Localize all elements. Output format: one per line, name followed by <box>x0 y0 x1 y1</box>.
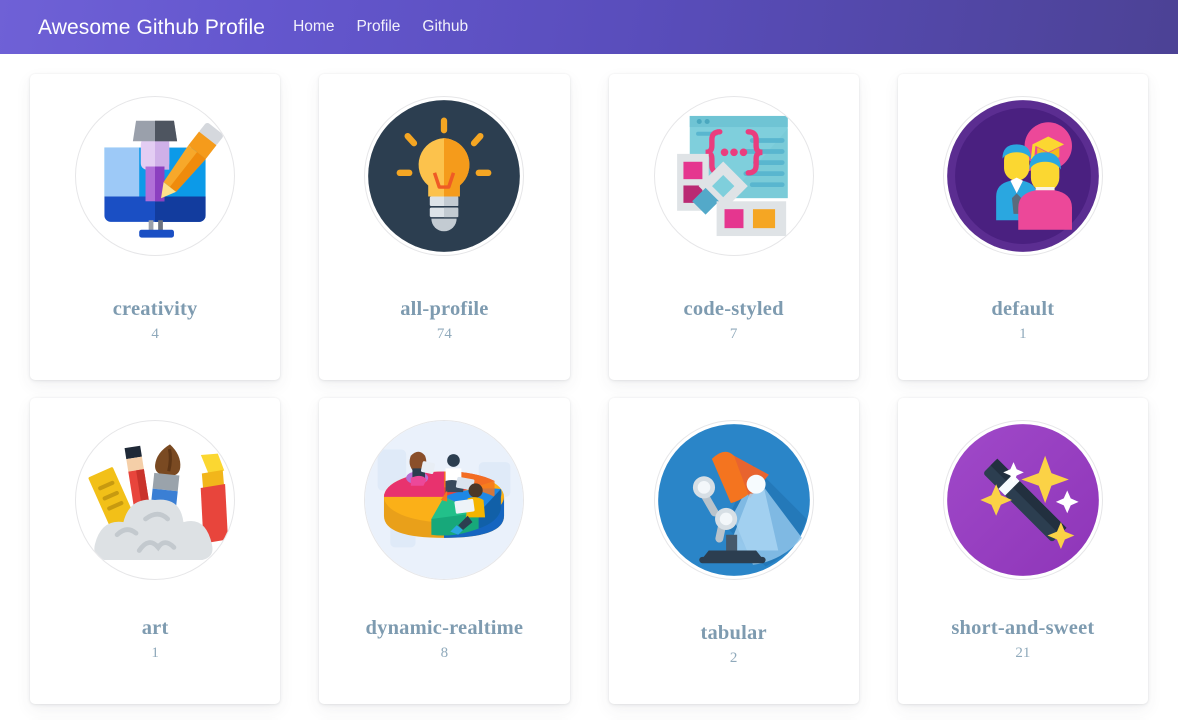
card-count: 2 <box>729 649 738 666</box>
magic-wand-icon <box>942 420 1103 580</box>
desk-lamp-icon <box>653 420 814 580</box>
topic-card[interactable]: all-profile 74 <box>319 74 570 380</box>
art-supplies-icon <box>75 420 236 580</box>
card-count: 21 <box>1015 644 1031 661</box>
design-tools-icon <box>75 96 236 256</box>
people-graduation-icon <box>942 96 1103 256</box>
code-window-icon <box>653 96 814 256</box>
nav-link-home[interactable]: Home <box>293 19 334 35</box>
card-count: 4 <box>151 325 159 342</box>
topic-card[interactable]: default 1 <box>897 74 1148 380</box>
card-title: creativity <box>112 298 198 320</box>
card-title: all-profile <box>400 298 489 320</box>
pie-chart-people-icon <box>364 420 525 580</box>
lightbulb-icon <box>364 96 525 256</box>
card-title: tabular <box>700 622 767 644</box>
card-count: 8 <box>440 644 449 661</box>
topic-card[interactable]: dynamic-realtime 8 <box>319 398 570 704</box>
card-title: art <box>141 617 169 639</box>
topic-card[interactable]: tabular 2 <box>608 398 859 704</box>
topic-card[interactable]: creativity 4 <box>30 74 281 380</box>
nav-links: Home Profile Github <box>293 19 468 35</box>
brand-title[interactable]: Awesome Github Profile <box>38 17 265 38</box>
topic-card[interactable]: code-styled 7 <box>608 74 859 380</box>
topic-card[interactable]: art 1 <box>30 398 281 704</box>
card-count: 74 <box>436 325 452 342</box>
card-title: code-styled <box>683 298 784 320</box>
card-count: 7 <box>729 325 738 342</box>
card-count: 1 <box>1019 325 1027 342</box>
nav-link-github[interactable]: Github <box>422 19 468 35</box>
card-count: 1 <box>151 644 159 661</box>
topic-card-grid: creativity 4 all-profile 74 code-styled … <box>30 74 1148 720</box>
topic-card[interactable]: short-and-sweet 21 <box>897 398 1148 704</box>
page-body: creativity 4 all-profile 74 code-styled … <box>0 54 1178 720</box>
card-title: dynamic-realtime <box>365 617 524 639</box>
nav-link-profile[interactable]: Profile <box>356 19 400 35</box>
card-title: default <box>991 298 1055 320</box>
card-title: short-and-sweet <box>951 617 1095 639</box>
navbar: Awesome Github Profile Home Profile Gith… <box>0 0 1178 54</box>
